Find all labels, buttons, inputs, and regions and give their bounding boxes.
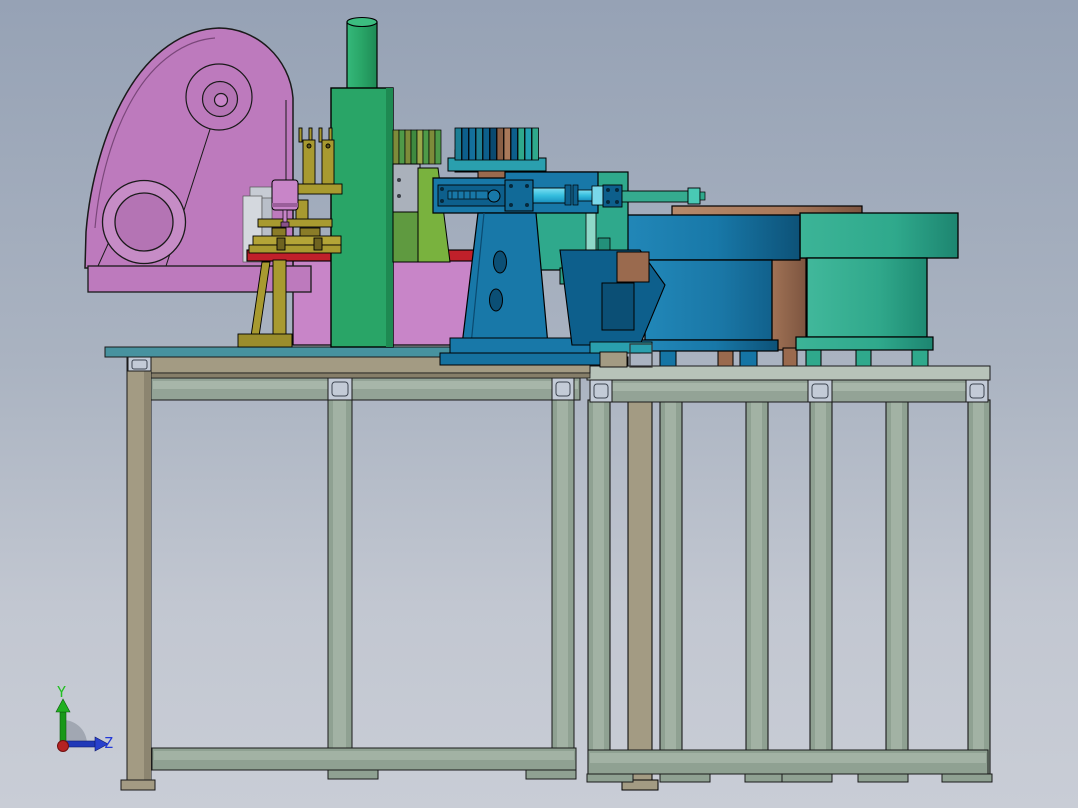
orientation-triad: Y Z xyxy=(55,683,113,752)
z-axis-label: Z xyxy=(104,734,113,752)
press-crank-hub[interactable] xyxy=(185,63,253,131)
y-axis-arrow xyxy=(59,711,67,745)
workbench-left[interactable] xyxy=(104,346,591,791)
support-column[interactable] xyxy=(330,16,394,348)
press-flywheel[interactable] xyxy=(101,179,187,265)
cad-viewport[interactable]: Y Z xyxy=(0,0,1078,808)
origin-dot xyxy=(57,740,69,752)
model-view: Y Z xyxy=(55,16,993,791)
y-axis-label: Y xyxy=(57,683,66,701)
bowl-feeder-right[interactable] xyxy=(795,212,959,371)
